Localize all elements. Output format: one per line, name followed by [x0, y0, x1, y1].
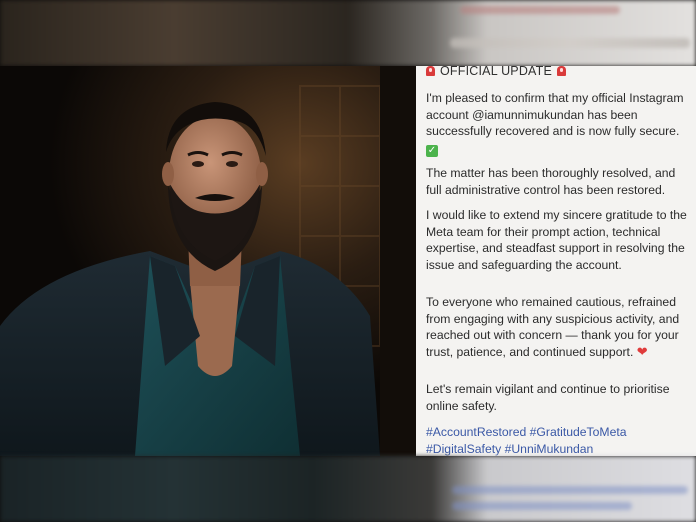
hashtags: #AccountRestored #GratitudeToMeta #Digit…: [426, 424, 688, 456]
hashtag-line-2: #DigitalSafety #UnniMukundan: [426, 441, 594, 456]
post-header-label: OFFICIAL UPDATE: [440, 66, 553, 78]
portrait-photo: [0, 66, 416, 456]
paragraph-resolved: The matter has been thoroughly resolved,…: [426, 165, 688, 198]
paragraph-resolved-text: The matter has been thoroughly resolved,…: [426, 166, 676, 197]
blurred-bottom-band: [0, 456, 696, 522]
blurred-top-band: [0, 0, 696, 66]
paragraph-gratitude-text: I would like to extend my sincere gratit…: [426, 208, 687, 272]
paragraph-thanks: To everyone who remained cautious, refra…: [426, 294, 688, 360]
blurred-hashtag-line: [452, 502, 632, 510]
post-header: OFFICIAL UPDATE: [426, 66, 567, 78]
paragraph-safety: Let's remain vigilant and continue to pr…: [426, 381, 688, 414]
paragraph-gratitude: I would like to extend my sincere gratit…: [426, 207, 688, 273]
hashtag-line-1: #AccountRestored #GratitudeToMeta: [426, 425, 627, 439]
paragraph-recovery-text: I'm pleased to confirm that my official …: [426, 91, 684, 139]
siren-icon: [426, 66, 435, 76]
blurred-hashtag-line: [452, 486, 688, 494]
blurred-text-line: [450, 38, 690, 48]
instagram-post-text: OFFICIAL UPDATE I'm pleased to confirm t…: [416, 66, 696, 456]
heart-icon: ❤: [636, 343, 648, 359]
siren-icon: [557, 66, 567, 76]
portrait-illustration: [0, 66, 416, 456]
check-mark-icon: ✓: [426, 144, 438, 157]
paragraph-recovery: I'm pleased to confirm that my official …: [426, 90, 688, 157]
blurred-header-text: [460, 6, 620, 14]
paragraph-safety-text: Let's remain vigilant and continue to pr…: [426, 382, 670, 413]
